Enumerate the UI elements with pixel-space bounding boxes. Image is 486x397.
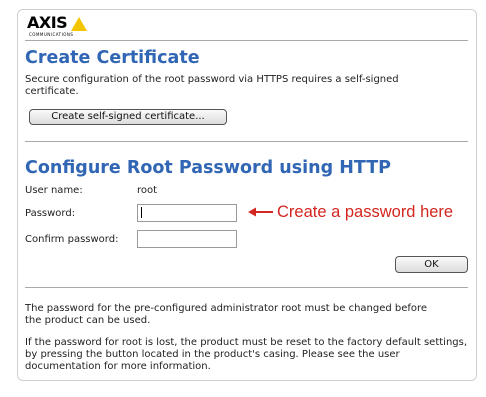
text-cursor xyxy=(141,207,142,218)
annotation-arrow-icon xyxy=(248,207,273,217)
ok-button[interactable]: OK xyxy=(395,256,468,273)
username-value: root xyxy=(137,185,158,196)
notes-paragraph-1: The password for the pre-configured admi… xyxy=(25,303,428,326)
username-label: User name: xyxy=(25,185,83,196)
logo-wordmark: AXIS xyxy=(27,13,68,32)
confirm-password-input[interactable] xyxy=(137,230,237,248)
password-label: Password: xyxy=(25,208,76,219)
logo-triangle-icon xyxy=(71,17,87,31)
create-certificate-button[interactable]: Create self-signed certificate... xyxy=(29,109,227,125)
password-input[interactable] xyxy=(137,204,237,222)
section-divider xyxy=(25,141,468,142)
annotation-text: Create a password here xyxy=(277,203,454,221)
notes-divider xyxy=(25,287,468,288)
password-section-title: Configure Root Password using HTTP xyxy=(25,158,391,178)
logo-subtext: COMMUNICATIONS xyxy=(29,32,74,37)
certificate-description: Secure configuration of the root passwor… xyxy=(25,74,399,97)
notes-paragraph-2: If the password for root is lost, the pr… xyxy=(25,337,468,372)
axis-logo: AXIS COMMUNICATIONS xyxy=(27,13,97,39)
certificate-title: Create Certificate xyxy=(25,48,200,68)
header-divider xyxy=(25,40,468,41)
confirm-password-label: Confirm password: xyxy=(25,234,119,245)
